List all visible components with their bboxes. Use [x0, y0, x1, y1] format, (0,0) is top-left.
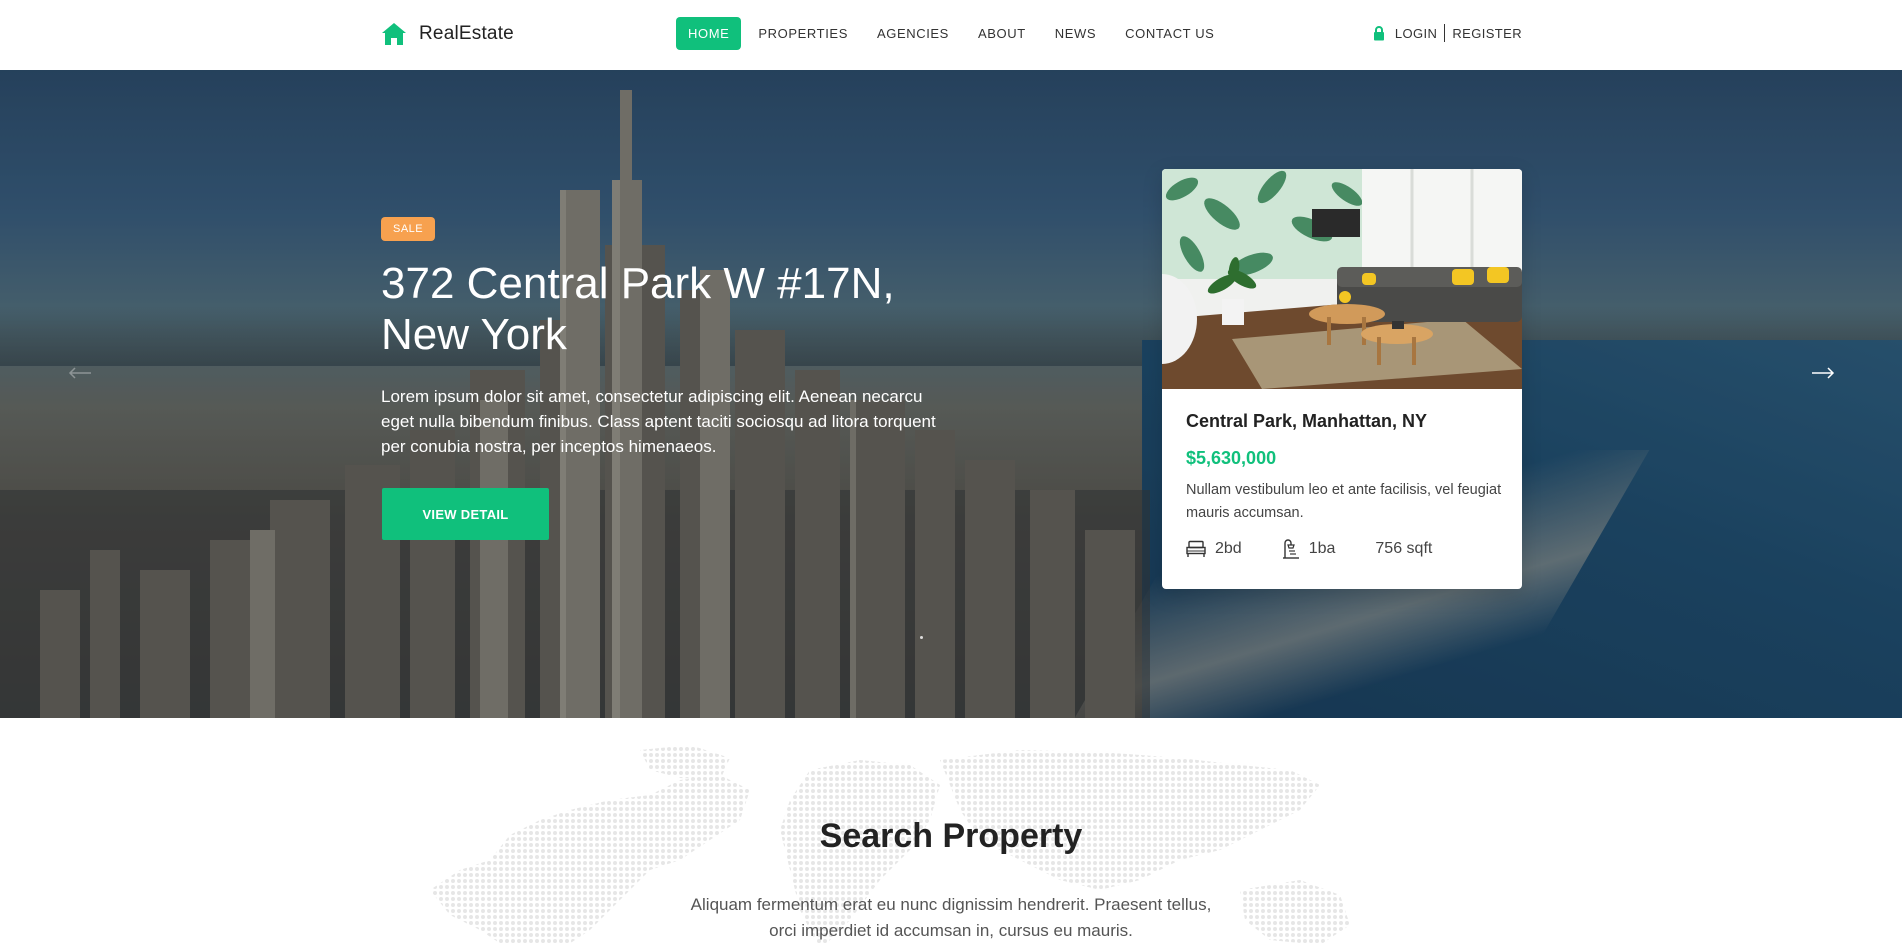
hero-overlay [0, 70, 1902, 718]
view-detail-button[interactable]: VIEW DETAIL [382, 488, 549, 540]
main-menu: HOME PROPERTIES AGENCIES ABOUT NEWS CONT… [676, 17, 1231, 50]
beds-value: 2bd [1215, 540, 1242, 557]
card-location[interactable]: Central Park, Manhattan, NY [1186, 411, 1427, 432]
bath-icon [1282, 539, 1299, 559]
hero-slider: SALE 372 Central Park W #17N, New York L… [0, 70, 1902, 718]
nav-about[interactable]: ABOUT [966, 17, 1038, 50]
card-description: Nullam vestibulum leo et ante facilisis,… [1186, 482, 1502, 521]
brand-logo[interactable]: RealEstate [381, 22, 514, 46]
nav-properties[interactable]: PROPERTIES [746, 17, 860, 50]
nav-contact-us[interactable]: CONTACT US [1113, 17, 1226, 50]
auth-links: LOGIN REGISTER [1373, 24, 1522, 42]
nav-home[interactable]: HOME [676, 17, 742, 50]
login-link[interactable]: LOGIN [1395, 26, 1437, 41]
stat-baths: 1ba [1282, 539, 1336, 559]
nav-news[interactable]: NEWS [1043, 17, 1108, 50]
property-card[interactable]: Central Park, Manhattan, NY $5,630,000 N… [1162, 169, 1522, 589]
bed-icon [1186, 540, 1206, 557]
register-link[interactable]: REGISTER [1452, 26, 1522, 41]
hero-description: Lorem ipsum dolor sit amet, consectetur … [381, 387, 936, 456]
card-stats: 2bd 1ba 756 sqft [1186, 539, 1472, 559]
brand-name: RealEstate [419, 23, 514, 44]
property-photo [1162, 169, 1522, 389]
slider-dot[interactable] [920, 636, 923, 639]
section-description: Aliquam fermentum erat eu nunc dignissim… [690, 895, 1212, 940]
home-icon [382, 23, 406, 45]
lock-icon [1373, 25, 1384, 40]
sale-badge: SALE [381, 217, 436, 241]
section-title: Search Property [819, 817, 1083, 855]
navbar: RealEstate HOME PROPERTIES AGENCIES ABOU… [0, 0, 1902, 70]
auth-divider [1444, 24, 1446, 42]
arrow-left-icon[interactable] [68, 366, 92, 380]
stat-area: 756 sqft [1375, 540, 1432, 558]
area-value: 756 sqft [1375, 540, 1433, 557]
card-price: $5,630,000 [1186, 448, 1277, 468]
nav-agencies[interactable]: AGENCIES [865, 17, 961, 50]
stat-beds: 2bd [1186, 540, 1242, 558]
arrow-right-icon[interactable] [1811, 366, 1835, 380]
baths-value: 1ba [1308, 540, 1336, 557]
hero-title: 372 Central Park W #17N, New York [381, 259, 895, 359]
